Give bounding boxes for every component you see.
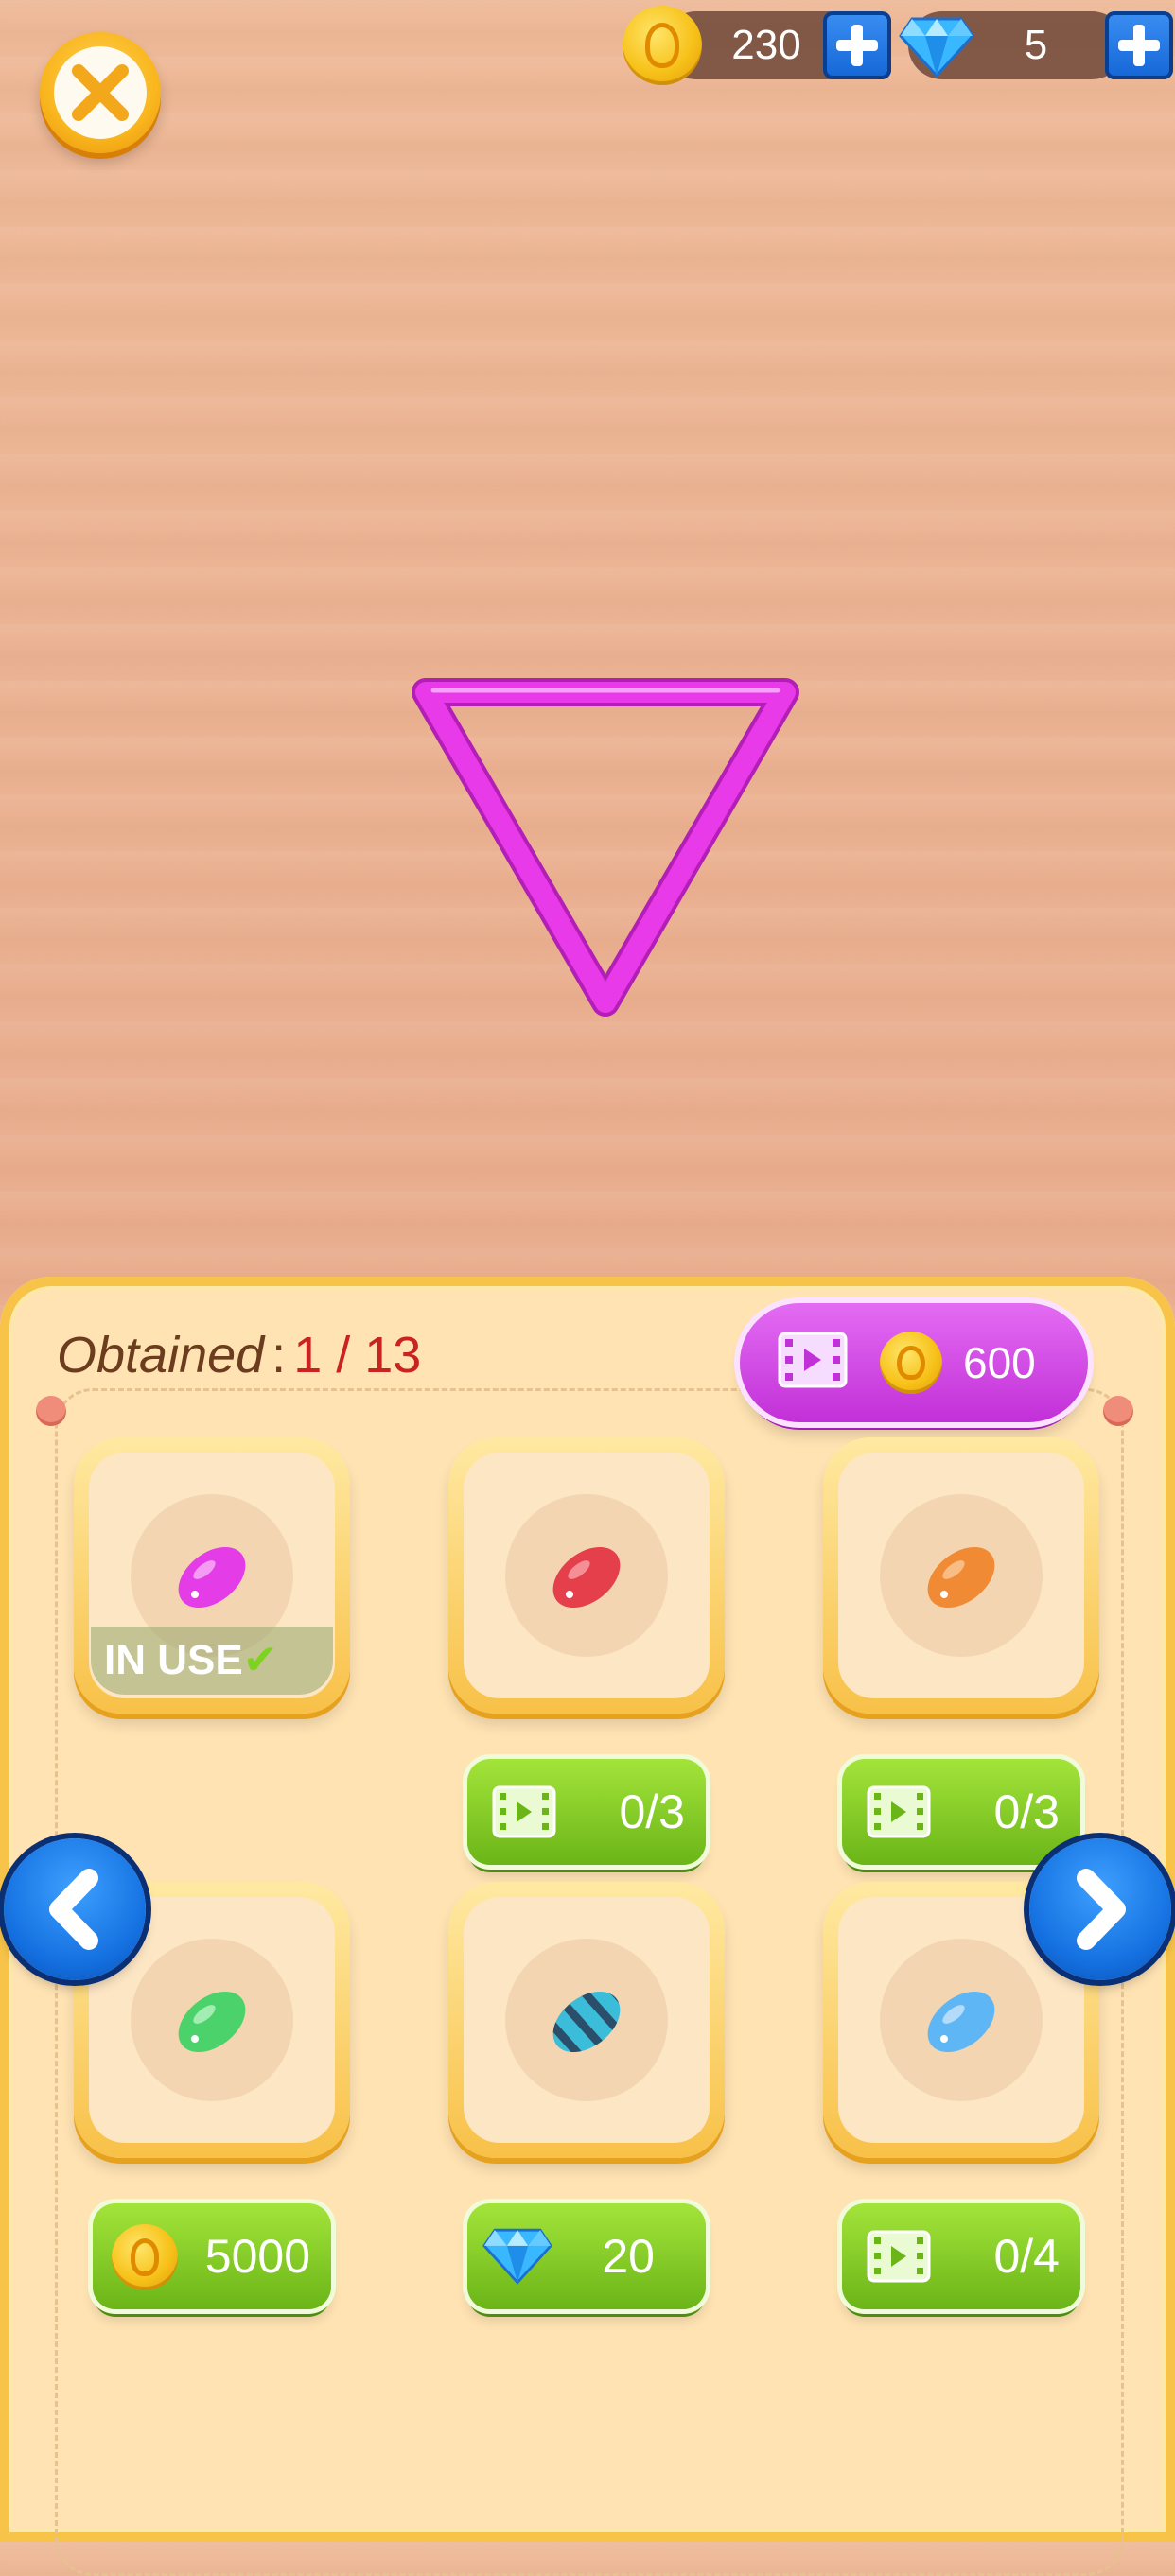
ad-coin-amount: 600 <box>963 1338 1036 1387</box>
skin-tile-striped[interactable] <box>448 1882 725 2158</box>
gem-amount: 5 <box>1024 22 1048 68</box>
gem-price: 20 <box>602 2230 655 2283</box>
skin-shop-panel: Obtained:1 / 13 600 IN USE✔ 0/3 0/3 5000… <box>0 1277 1175 2576</box>
video-icon <box>867 2230 931 2283</box>
buy-with-gems-button[interactable]: 20 <box>467 2203 706 2309</box>
candy-pink-icon <box>178 1546 246 1609</box>
coin-icon <box>880 1332 942 1394</box>
candy-blue-icon <box>927 1991 995 2053</box>
next-page-button[interactable] <box>1029 1838 1171 1980</box>
watch-ad-coins-button[interactable]: 600 <box>740 1303 1088 1422</box>
coin-icon <box>112 2224 178 2290</box>
candy-striped-icon <box>541 1978 632 2065</box>
coin-price: 5000 <box>204 2230 310 2283</box>
skin-tile-pink[interactable]: IN USE✔ <box>74 1437 350 1714</box>
chevron-right-icon <box>1077 1869 1126 1950</box>
chevron-left-icon <box>49 1869 98 1950</box>
video-icon <box>867 1785 931 1838</box>
triangle-shape <box>412 678 799 1017</box>
diamond-icon <box>482 2228 552 2285</box>
in-use-badge: IN USE✔ <box>91 1627 333 1695</box>
video-icon <box>492 1785 556 1838</box>
unlock-progress: 0/3 <box>619 1785 685 1838</box>
pin-decoration <box>1103 1396 1133 1426</box>
close-icon <box>54 46 147 139</box>
add-coins-button[interactable] <box>823 11 891 79</box>
checkmark-icon: ✔ <box>242 1637 278 1683</box>
previous-page-button[interactable] <box>4 1838 146 1980</box>
candy-orange-icon <box>927 1546 995 1609</box>
in-use-label: IN USE <box>104 1637 243 1683</box>
close-button[interactable] <box>40 32 161 153</box>
diamond-icon <box>899 17 974 78</box>
pin-decoration <box>36 1396 66 1426</box>
unlock-video-button[interactable]: 0/3 <box>467 1759 706 1865</box>
unlock-video-button[interactable]: 0/4 <box>842 2203 1080 2309</box>
candy-red-icon <box>552 1546 621 1609</box>
coin-icon <box>623 6 702 85</box>
unlock-progress: 0/4 <box>993 2230 1060 2283</box>
obtained-separator: : <box>272 1327 287 1384</box>
obtained-label: Obtained <box>57 1327 265 1384</box>
buy-with-coins-button[interactable]: 5000 <box>93 2203 331 2309</box>
obtained-count: 1 / 13 <box>293 1327 422 1384</box>
add-gems-button[interactable] <box>1105 11 1173 79</box>
candy-green-icon <box>178 1991 246 2053</box>
coin-amount: 230 <box>731 22 801 68</box>
obtained-counter: Obtained:1 / 13 <box>57 1326 421 1384</box>
video-icon <box>778 1332 848 1388</box>
skin-tile-red[interactable] <box>448 1437 725 1714</box>
skin-tile-orange[interactable] <box>823 1437 1099 1714</box>
